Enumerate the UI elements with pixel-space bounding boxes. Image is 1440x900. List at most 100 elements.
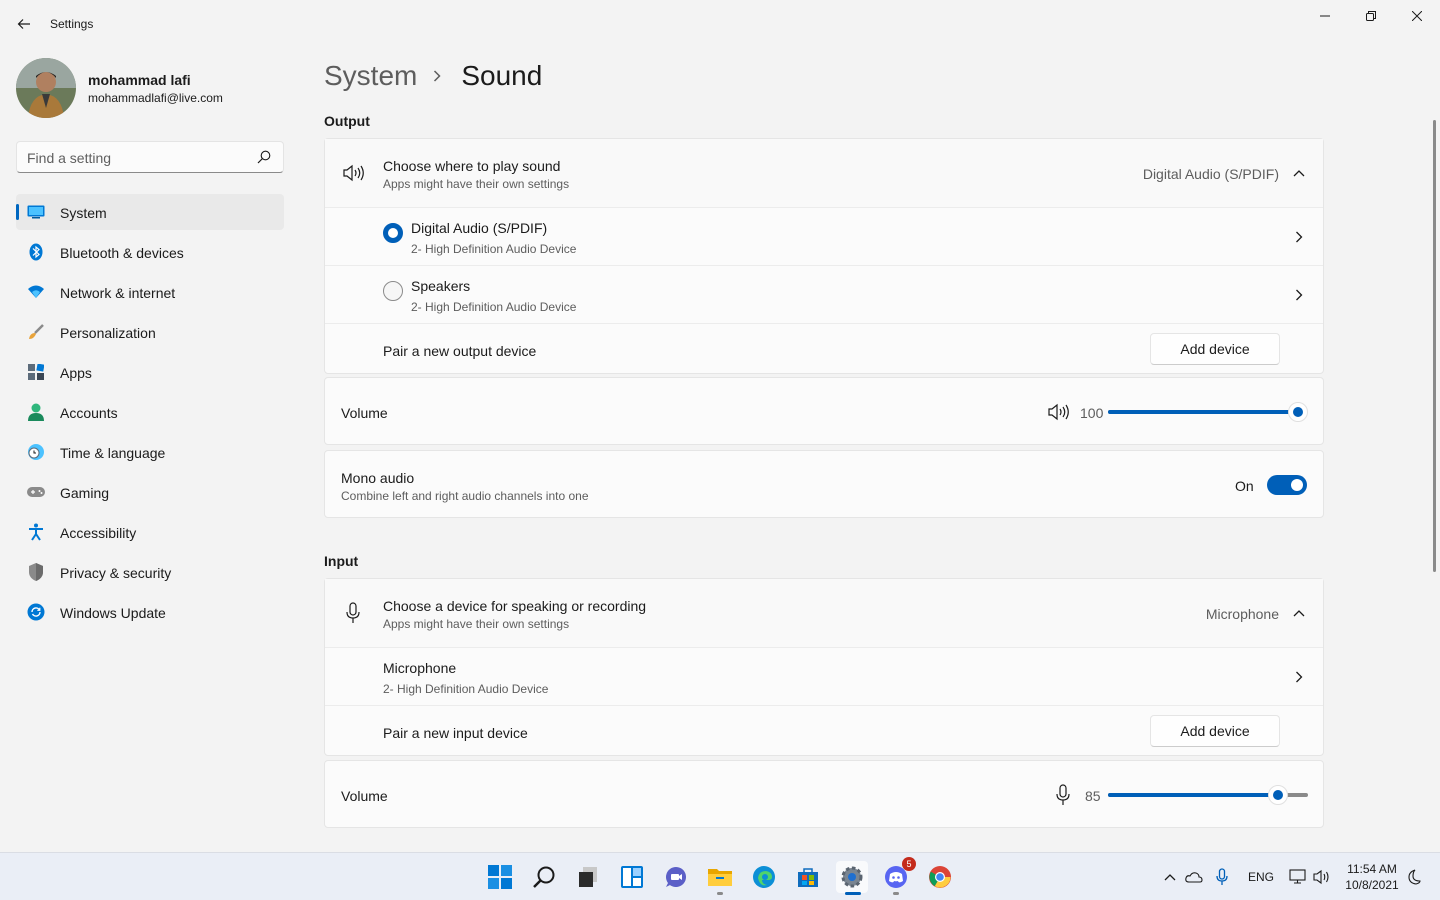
page-title: Sound [461,60,543,91]
wifi-icon [27,284,45,300]
chevron-up-icon[interactable] [1291,165,1307,181]
input-volume-value: 85 [1085,788,1101,804]
chat-icon[interactable] [660,861,692,893]
chevron-up-icon[interactable] [1160,867,1180,887]
input-selected-device: Microphone [1205,606,1279,622]
mono-audio-state: On [1235,478,1254,494]
output-device-header[interactable]: Choose where to play sound Apps might ha… [325,139,1323,207]
radio-unselected[interactable] [383,281,403,301]
sidebar-item-windows-update[interactable]: Windows Update [16,594,284,630]
radio-selected[interactable] [383,223,403,243]
input-language[interactable]: ENG [1248,870,1274,884]
settings-search[interactable] [16,141,284,173]
sidebar-item-label: Privacy & security [60,565,172,581]
mono-audio-toggle[interactable] [1267,475,1307,495]
device-detail: 2- High Definition Audio Device [411,242,577,256]
sidebar-item-label: Personalization [60,325,156,341]
onedrive-icon[interactable] [1184,867,1204,887]
slider-thumb[interactable] [1288,402,1308,422]
chrome-icon[interactable] [924,861,956,893]
output-volume-card: Volume 100 [324,377,1324,445]
sidebar-item-label: Windows Update [60,605,166,621]
widgets-icon[interactable] [616,861,648,893]
output-device-option[interactable]: Speakers 2- High Definition Audio Device [325,265,1323,323]
breadcrumb-parent[interactable]: System [324,60,417,92]
clock-date[interactable]: 10/8/2021 [1340,878,1404,892]
output-volume-slider[interactable] [1108,402,1308,422]
sidebar-item-network[interactable]: Network & internet [16,274,284,310]
restore-icon [1366,11,1376,21]
sidebar-item-apps[interactable]: Apps [16,354,284,390]
start-icon[interactable] [484,861,516,893]
microphone-tray-icon[interactable] [1212,867,1232,887]
focus-assist-moon-icon[interactable] [1404,867,1424,887]
volume-icon[interactable] [1312,867,1332,887]
microphone-mute-toggle-icon[interactable] [1052,784,1074,806]
slider-fill [1108,793,1278,797]
sidebar-item-accounts[interactable]: Accounts [16,394,284,430]
sidebar-item-time-language[interactable]: Time & language [16,434,284,470]
settings-icon[interactable] [836,861,868,895]
device-detail: 2- High Definition Audio Device [411,300,577,314]
network-icon[interactable] [1288,867,1308,887]
sidebar-item-bluetooth[interactable]: Bluetooth & devices [16,234,284,270]
sidebar-item-accessibility[interactable]: Accessibility [16,514,284,550]
input-device-option[interactable]: Microphone 2- High Definition Audio Devi… [325,647,1323,705]
running-indicator [717,892,723,895]
input-device-header[interactable]: Choose a device for speaking or recordin… [325,579,1323,647]
pair-input-row: Pair a new input device Add device [325,705,1323,756]
sidebar-nav: System Bluetooth & devices Network & int… [16,194,284,634]
window-title: Settings [50,17,94,31]
speaker-mute-toggle-icon[interactable] [1047,401,1069,423]
profile-email: mohammadlafi@live.com [88,91,223,105]
add-output-device-button[interactable]: Add device [1150,333,1280,365]
edge-icon[interactable] [748,861,780,893]
sidebar-item-system[interactable]: System [16,194,284,230]
restore-button[interactable] [1348,0,1394,32]
discord-icon[interactable]: 5 [880,857,916,895]
accessibility-icon [27,523,45,541]
store-icon[interactable] [792,861,824,893]
input-header-title: Choose a device for speaking or recordin… [383,598,647,614]
slider-thumb[interactable] [1268,785,1288,805]
profile-name: mohammad lafi [88,72,191,88]
device-name: Microphone [383,660,457,676]
output-device-option[interactable]: Digital Audio (S/PDIF) 2- High Definitio… [325,207,1323,265]
clock-time[interactable]: 11:54 AM [1340,862,1404,876]
input-volume-slider[interactable] [1108,785,1308,805]
brush-icon [27,324,45,340]
search-input[interactable] [27,148,247,168]
avatar [16,58,76,118]
sidebar-item-personalization[interactable]: Personalization [16,314,284,350]
shield-icon [27,563,45,581]
output-volume-label: Volume [341,405,388,421]
taskbar-search-icon[interactable] [528,861,560,893]
device-name: Speakers [411,278,471,294]
user-profile[interactable]: mohammad lafi mohammadlafi@live.com [16,58,296,118]
speaker-icon [342,162,364,184]
microphone-icon [342,602,364,624]
file-explorer-icon[interactable] [704,861,736,895]
chevron-right-icon[interactable] [1291,669,1307,685]
task-view-icon[interactable] [572,861,604,893]
device-detail: 2- High Definition Audio Device [383,682,549,696]
minimize-button[interactable] [1302,0,1348,32]
device-name: Digital Audio (S/PDIF) [411,220,548,236]
mono-audio-title: Mono audio [341,470,415,486]
sidebar-item-gaming[interactable]: Gaming [16,474,284,510]
search-icon[interactable] [257,150,273,166]
content-scrollbar[interactable] [1433,120,1436,572]
sidebar-item-label: Bluetooth & devices [60,245,184,261]
back-arrow-icon [17,19,30,29]
back-button[interactable] [10,10,38,38]
sidebar-item-privacy[interactable]: Privacy & security [16,554,284,590]
chevron-up-icon[interactable] [1291,605,1307,621]
taskbar: 5 ENG 11:54 AM 10/8/2021 [0,852,1440,900]
chevron-right-icon[interactable] [1291,287,1307,303]
pair-input-label: Pair a new input device [383,725,528,741]
output-device-card: Choose where to play sound Apps might ha… [324,138,1324,374]
breadcrumb: System Sound [324,56,542,96]
chevron-right-icon[interactable] [1291,229,1307,245]
close-button[interactable] [1394,0,1440,32]
add-input-device-button[interactable]: Add device [1150,715,1280,747]
